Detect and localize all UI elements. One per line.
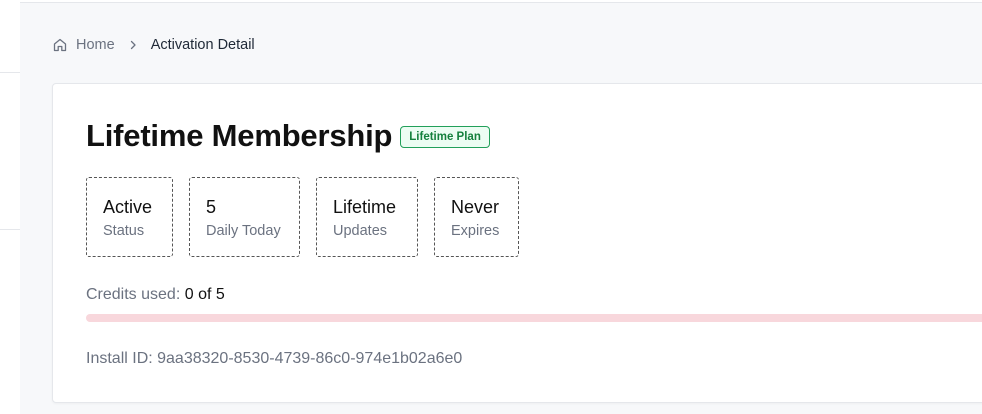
breadcrumb-current: Activation Detail — [150, 37, 255, 53]
stat-label: Daily Today — [206, 223, 281, 239]
sidebar-divider — [0, 229, 20, 230]
stat-value: Never — [451, 197, 500, 217]
home-icon[interactable] — [52, 37, 68, 53]
chevron-right-icon — [130, 40, 136, 50]
credits-value: 0 of 5 — [184, 286, 225, 303]
stat-value: Lifetime — [333, 197, 397, 217]
stat-label: Expires — [451, 223, 500, 239]
stats-row: Active Status 5 Daily Today Lifetime Upd… — [86, 177, 519, 257]
stat-updates: Lifetime Updates — [316, 177, 418, 257]
activation-card: Lifetime Membership Lifetime Plan Active… — [52, 83, 982, 403]
breadcrumb: Home Activation Detail — [52, 34, 255, 56]
sidebar-divider — [0, 72, 20, 73]
stat-label: Status — [103, 223, 145, 239]
stat-value: 5 — [206, 197, 217, 217]
plan-badge: Lifetime Plan — [400, 126, 490, 148]
install-id: Install ID: 9aa38320-8530-4739-86c0-974e… — [86, 350, 463, 367]
stat-value: Active — [103, 197, 153, 217]
stat-status: Active Status — [86, 177, 173, 257]
credits-progress-bar — [86, 314, 982, 322]
page-title: Lifetime Membership — [86, 118, 393, 153]
top-bar — [20, 0, 982, 3]
breadcrumb-home-link[interactable]: Home — [76, 37, 115, 53]
sidebar — [0, 0, 20, 414]
credits-used: Credits used: 0 of 5 — [86, 285, 225, 305]
stat-expires: Never Expires — [434, 177, 519, 257]
title-row: Lifetime Membership Lifetime Plan — [86, 117, 490, 155]
stat-daily-today: 5 Daily Today — [189, 177, 300, 257]
credits-label: Credits used: — [86, 286, 181, 303]
stat-label: Updates — [333, 223, 388, 239]
